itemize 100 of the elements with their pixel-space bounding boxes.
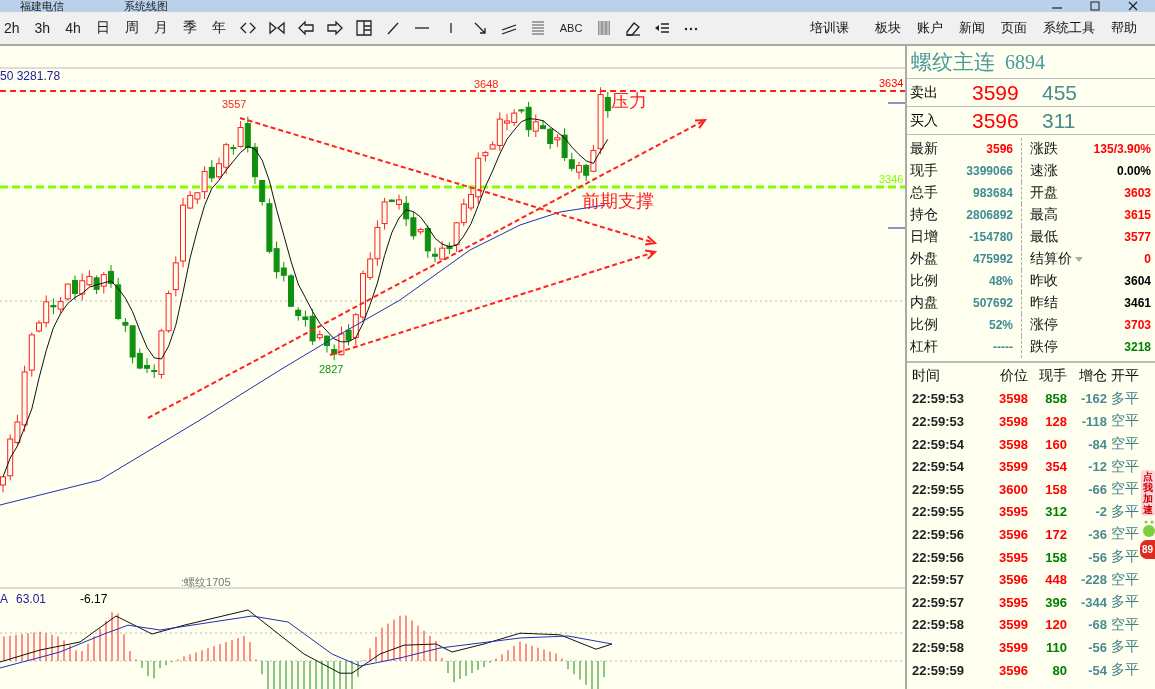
period-button[interactable]: 季: [180, 19, 199, 37]
change-cell-text: -2: [1094, 504, 1107, 520]
quote-label: 卖出: [910, 83, 939, 102]
window-title: 系统线图: [124, 0, 168, 12]
stat-label: 最高: [1030, 206, 1058, 224]
stat-value: 507692: [972, 296, 1013, 310]
stat-label: 速涨: [1030, 162, 1058, 180]
volume-cell-text: 120: [1044, 617, 1067, 633]
stat-value: -----: [993, 340, 1013, 354]
price-cell-text: 3598: [998, 414, 1028, 429]
stat-value: 3596: [986, 142, 1013, 156]
menu-item[interactable]: 账户: [915, 19, 945, 37]
change-cell-text: -162: [1079, 391, 1107, 407]
volume-cell-text: 448: [1044, 572, 1067, 588]
type-cell-text: 空平: [1110, 480, 1139, 499]
stat-label: 比例: [910, 272, 938, 290]
type-cell-text: 空平: [1110, 435, 1139, 454]
stat-label: 内盘: [910, 294, 938, 312]
type-cell-text: 多平: [1110, 548, 1139, 567]
stat-label: 持仓: [910, 206, 938, 224]
time-cell-text: 22:59:55: [911, 504, 966, 520]
stat-value: 52%: [988, 318, 1013, 332]
price-cell-text: 3598: [998, 436, 1028, 452]
count-badge[interactable]: 89: [1140, 540, 1155, 559]
change-cell-text: -68: [1087, 617, 1107, 633]
stat-label: 开盘: [1030, 184, 1058, 202]
type-cell-text: 空平: [1110, 412, 1139, 431]
volume-cell-text: 312: [1044, 504, 1067, 520]
period-button[interactable]: 年: [209, 19, 228, 37]
price-label: 2827: [319, 363, 344, 375]
price-cell-text: 3596: [998, 526, 1028, 542]
contract-code: 6894: [1005, 50, 1045, 74]
stat-label: 结算价: [1030, 250, 1072, 268]
period-button[interactable]: 日: [93, 19, 112, 37]
quote-volume: 455: [1042, 80, 1078, 105]
time-cell-text: 22:59:55: [911, 481, 966, 497]
stat-value: 3399066: [966, 164, 1013, 178]
volume-cell-text: 354: [1044, 459, 1067, 475]
change-cell-text: -118: [1080, 414, 1107, 429]
type-cell-text: 空平: [1110, 525, 1139, 544]
price-axis-label: 3634: [876, 76, 905, 89]
price-cell-text: 3600: [998, 481, 1028, 497]
period-button[interactable]: 周: [122, 19, 141, 37]
stat-label: 日增: [910, 228, 938, 246]
type-cell-text: 多平: [1110, 661, 1139, 679]
price-cell-text: 3595: [998, 594, 1028, 610]
price-cell-text: 3599: [998, 459, 1028, 475]
indicator-value: 63.01: [16, 592, 47, 606]
period-button[interactable]: 月: [151, 19, 170, 37]
change-cell-text: -54: [1087, 662, 1107, 678]
stat-value: 3703: [1124, 318, 1151, 332]
menu-item[interactable]: 页面: [999, 19, 1029, 37]
menu-item[interactable]: 系统工具: [1041, 19, 1097, 37]
annotation-label: 前期支撑: [582, 191, 654, 211]
menu-item[interactable]: 帮助: [1109, 19, 1139, 37]
volume-cell-text: 396: [1044, 594, 1067, 610]
menu-item[interactable]: 新闻: [957, 19, 987, 37]
time-cell-text: 22:59:57: [911, 572, 966, 588]
price-label: 3648: [474, 78, 499, 90]
stat-value: 983684: [972, 186, 1013, 200]
type-cell-text: 空平: [1110, 570, 1139, 589]
stat-value: 3577: [1124, 230, 1151, 244]
menu-item[interactable]: 培训课: [808, 19, 851, 37]
time-cell-text: 22:59:54: [911, 436, 966, 452]
volume-cell-text: 160: [1044, 436, 1067, 452]
price-cell-text: 3595: [998, 504, 1028, 520]
volume-cell-text: 158: [1044, 549, 1067, 565]
menu-item[interactable]: 板块: [873, 19, 903, 37]
price-label: 3557: [222, 98, 247, 110]
type-cell-text: 空平: [1110, 615, 1139, 634]
stat-label: 涨停: [1030, 316, 1058, 334]
type-cell-text: 多平: [1110, 593, 1139, 612]
stat-value: 3604: [1124, 274, 1151, 288]
change-cell-text: -228: [1079, 572, 1107, 588]
price-cell-text: 3598: [998, 391, 1028, 407]
moving-average-readout: 50 3281.78: [0, 69, 61, 83]
period-button[interactable]: 3h: [32, 20, 53, 36]
stat-value: 3461: [1124, 296, 1151, 310]
quote-price: 3596: [972, 108, 1020, 133]
stat-value: 3615: [1124, 208, 1151, 222]
stat-value: 0.00%: [1116, 164, 1151, 178]
time-cell-text: 22:59:58: [911, 617, 966, 633]
change-cell-text: -56: [1087, 549, 1107, 565]
volume-cell-text: 158: [1044, 481, 1067, 497]
stat-value: 3603: [1124, 186, 1151, 200]
quote-price: 3599: [972, 80, 1020, 105]
stat-value: 2806892: [966, 208, 1013, 222]
time-cell-text: 22:59:53: [911, 391, 966, 407]
volume-cell-text: 858: [1044, 391, 1067, 407]
stat-label: 昨结: [1030, 294, 1058, 312]
time-cell-text: 22:59:58: [911, 639, 966, 655]
period-button[interactable]: 2h: [2, 20, 22, 36]
text-tool-button[interactable]: ABC: [557, 22, 585, 34]
price-cell-text: 3596: [998, 572, 1028, 588]
stat-value: 135/3.90%: [1093, 142, 1151, 156]
stat-label: 现手: [910, 162, 938, 180]
period-button[interactable]: 4h: [63, 20, 83, 36]
column-header: 价位: [999, 367, 1028, 386]
price-cell-text: 3595: [998, 549, 1028, 565]
type-cell-text: 多平: [1110, 502, 1139, 521]
